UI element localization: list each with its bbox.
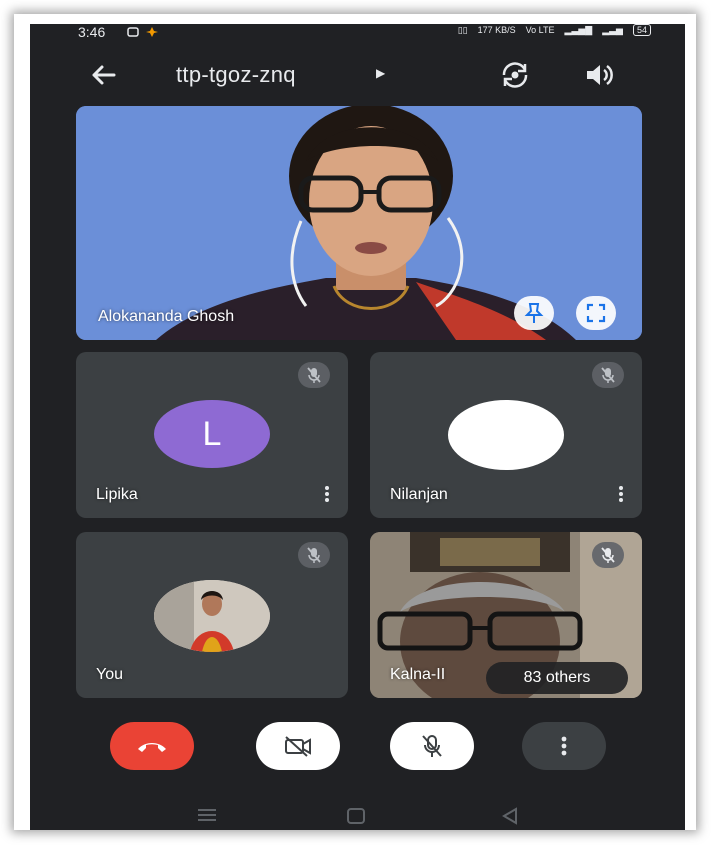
mic-off-icon: [601, 367, 615, 383]
pin-button[interactable]: [514, 296, 554, 330]
main-speaker-name: Alokananda Ghosh: [98, 308, 235, 325]
participant-options-button[interactable]: [321, 484, 333, 508]
switch-camera-button[interactable]: [498, 60, 532, 90]
main-speaker-tile[interactable]: Alokananda Ghosh: [76, 106, 642, 340]
participant-tile-lipika[interactable]: L Lipika: [76, 352, 348, 518]
participant-name: Nilanjan: [390, 486, 448, 503]
status-right: ▯▯ 177 KB/S Vo LTE ▂▃▅▇ ▂▃▅ 54: [458, 24, 651, 36]
fullscreen-icon: [586, 303, 606, 323]
signal-icon: ▂▃▅▇: [564, 24, 593, 35]
signal-icon-2: ▂▃▅: [602, 24, 623, 35]
muted-badge: [298, 542, 330, 568]
mic-off-icon: [307, 547, 321, 563]
more-options-button[interactable]: [522, 722, 606, 770]
back-arrow-icon: [92, 65, 116, 85]
vibrate-icon: ▯▯: [457, 24, 468, 35]
participant-tile-you[interactable]: You: [76, 532, 348, 698]
muted-badge: [592, 542, 624, 568]
mic-off-icon: [307, 367, 321, 383]
audio-output-button[interactable]: [582, 60, 616, 90]
notification-icon: [127, 27, 158, 37]
status-time: 3:46: [78, 24, 106, 40]
network-speed: 177 KB/S: [477, 25, 516, 35]
notification-icons: [126, 25, 166, 42]
speaker-icon: [587, 64, 613, 86]
participant-options-button[interactable]: [615, 484, 627, 508]
participant-name: Lipika: [96, 486, 138, 503]
meet-screen: 3:46 ▯▯ 177 KB/S Vo LTE ▂▃▅▇ ▂▃▅ 54 ttp-…: [30, 24, 685, 830]
end-call-button[interactable]: [110, 722, 194, 770]
status-bar: 3:46 ▯▯ 177 KB/S Vo LTE ▂▃▅▇ ▂▃▅ 54: [30, 24, 685, 44]
battery-icon: 54: [632, 24, 651, 36]
more-vert-icon: [561, 736, 567, 756]
participant-name: You: [96, 666, 123, 683]
participant-tile-nilanjan[interactable]: Nilanjan: [370, 352, 642, 518]
meeting-code[interactable]: ttp-tgoz-znq: [176, 62, 296, 88]
participant-tile-kalna[interactable]: Kalna-II 83 others: [370, 532, 642, 698]
call-header: ttp-tgoz-znq ▶: [30, 52, 685, 96]
avatar: [448, 400, 564, 470]
volte-icon: Vo LTE: [525, 25, 555, 35]
pin-icon: [524, 303, 544, 323]
mic-toggle-button[interactable]: [390, 722, 474, 770]
camera-off-icon: [285, 736, 311, 757]
muted-badge: [298, 362, 330, 388]
home-icon: [347, 808, 365, 824]
participant-name: Kalna-II: [390, 666, 446, 683]
switch-camera-icon: [502, 62, 528, 88]
back-button[interactable]: [88, 60, 118, 90]
back-nav-icon: [502, 807, 517, 825]
end-call-icon: [138, 743, 166, 752]
mic-off-icon: [422, 735, 442, 757]
nav-buttons: [198, 807, 517, 825]
mic-off-icon: [601, 547, 615, 563]
camera-toggle-button[interactable]: [256, 722, 340, 770]
others-count-chip[interactable]: 83 others: [486, 662, 628, 694]
menu-icon: [198, 809, 216, 821]
muted-badge: [592, 362, 624, 388]
fullscreen-button[interactable]: [576, 296, 616, 330]
caret-right-icon[interactable]: ▶: [376, 66, 385, 80]
avatar: [154, 580, 270, 652]
system-nav-bar: [30, 792, 685, 830]
speaker-video: [76, 106, 642, 340]
profile-photo: [154, 580, 270, 652]
avatar: L: [154, 400, 270, 468]
